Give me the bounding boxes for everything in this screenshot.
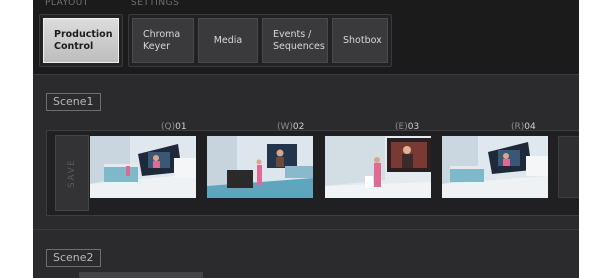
shot-label-01: (Q)01: [161, 122, 187, 132]
tab-events-sequences[interactable]: Events / Sequences: [262, 18, 328, 63]
shot-thumbnail-02[interactable]: [207, 136, 313, 198]
scene-divider: [33, 229, 579, 230]
playout-tab-group: Production Control: [39, 14, 123, 67]
tab-chroma-keyer[interactable]: Chroma Keyer: [132, 18, 194, 63]
shot-thumbnail-01[interactable]: [90, 136, 196, 198]
production-control-app: PLAYOUT SETTINGS Production Control Chro…: [33, 0, 579, 278]
shot-thumbnail-04[interactable]: [442, 136, 548, 198]
scene2-label[interactable]: Scene2: [46, 249, 101, 267]
tab-media[interactable]: Media: [198, 18, 258, 63]
shot-thumbnail-03[interactable]: [325, 136, 431, 198]
playout-group-label: PLAYOUT: [45, 0, 89, 8]
shot-label-02: (W)02: [277, 122, 305, 132]
save-button[interactable]: SAVE: [55, 135, 89, 211]
shot-label-04: (R)04: [511, 122, 536, 132]
shot-label-03: (E)03: [395, 122, 420, 132]
scene1-label[interactable]: Scene1: [46, 93, 101, 111]
tab-production-control[interactable]: Production Control: [43, 18, 119, 63]
tab-shotbox[interactable]: Shotbox: [332, 18, 388, 63]
settings-tab-group: Chroma Keyer Media Events / Sequences Sh…: [128, 14, 392, 67]
shot-thumbnail-05[interactable]: [558, 136, 579, 198]
top-tab-bar: PLAYOUT SETTINGS Production Control Chro…: [33, 0, 579, 75]
scene2-shot-strip: [79, 272, 203, 278]
settings-group-label: SETTINGS: [131, 0, 180, 8]
